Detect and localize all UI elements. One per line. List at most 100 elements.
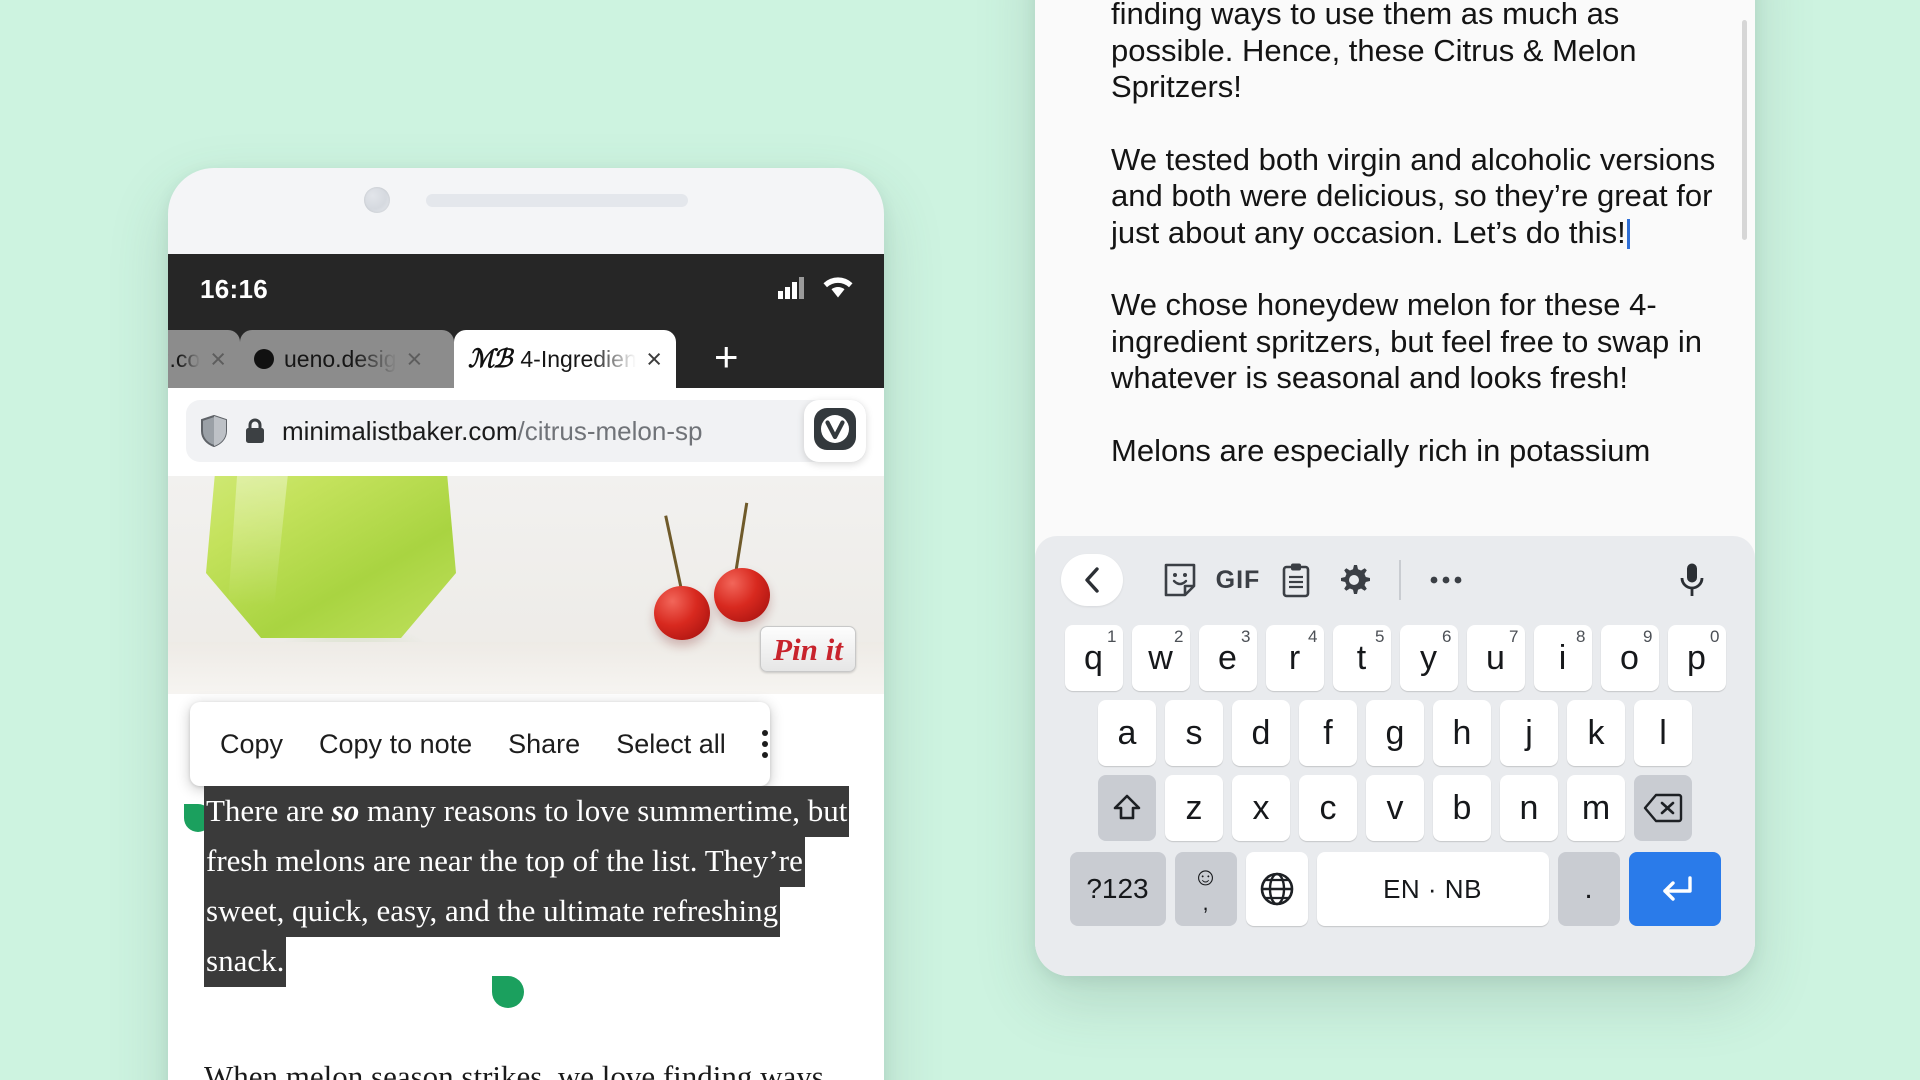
notes-paragraph-2-text: We tested both virgin and alcoholic vers… (1111, 141, 1716, 250)
key-o[interactable]: 9o (1600, 625, 1659, 691)
status-bar: 16:16 (168, 254, 884, 324)
more-vertical-icon[interactable] (761, 730, 768, 758)
key-x[interactable]: x (1232, 775, 1290, 841)
key-v[interactable]: v (1366, 775, 1424, 841)
web-page-content: Pin it Copy Copy to note Share Select al… (168, 476, 884, 1080)
article-paragraph-two: When melon season strikes, we love findi… (204, 1059, 824, 1080)
browser-tab-1[interactable]: ueno.desig × (240, 330, 454, 388)
notes-text-area[interactable]: finding ways to use them as much as poss… (1035, 0, 1755, 469)
tab-close-icon[interactable]: × (646, 345, 662, 373)
key-label: o (1620, 638, 1639, 677)
enter-arrow-icon[interactable] (1628, 852, 1721, 926)
symbols-key[interactable]: ?123 (1069, 852, 1166, 926)
tab-title: ueno.desig (284, 345, 397, 372)
keyboard-row-1: 1q 2w 3e 4r 5t 6y 7u 8i 9o 0p (1047, 625, 1743, 691)
context-menu-item-select-all[interactable]: Select all (616, 729, 726, 760)
tab-close-icon[interactable]: × (210, 345, 226, 373)
browser-tab-2-active[interactable]: ℳℬ 4-Ingredien × (454, 330, 676, 388)
globe-icon[interactable] (1245, 852, 1308, 926)
key-c[interactable]: c (1299, 775, 1357, 841)
tab-title: ng.co (168, 345, 201, 372)
key-t[interactable]: 5t (1332, 625, 1391, 691)
selection-handle-end[interactable] (492, 976, 524, 1008)
key-d[interactable]: d (1232, 700, 1290, 766)
key-u[interactable]: 7u (1466, 625, 1525, 691)
notes-paragraph-1: finding ways to use them as much as poss… (1111, 0, 1637, 104)
key-s[interactable]: s (1165, 700, 1223, 766)
notes-paragraph-2: We tested both virgin and alcoholic vers… (1111, 142, 1721, 252)
key-alt-number: 4 (1308, 627, 1318, 646)
key-g[interactable]: g (1366, 700, 1424, 766)
shift-up-icon[interactable] (1098, 775, 1156, 841)
key-k[interactable]: k (1567, 700, 1625, 766)
key-alt-number: 2 (1174, 627, 1184, 646)
back-chevron-icon[interactable] (1061, 554, 1123, 606)
more-horizontal-icon[interactable] (1417, 554, 1475, 606)
dot-favicon-icon (254, 349, 274, 369)
vivaldi-logo-icon (811, 405, 859, 458)
backspace-icon[interactable] (1634, 775, 1692, 841)
key-h[interactable]: h (1433, 700, 1491, 766)
address-bar[interactable]: minimalistbaker.com/citrus-melon-sp (186, 400, 866, 462)
selected-text-part-1: There are (206, 793, 332, 828)
shield-icon[interactable] (200, 415, 228, 447)
period-key[interactable]: . (1557, 852, 1620, 926)
key-label: w (1148, 638, 1173, 677)
key-alt-number: 9 (1643, 627, 1653, 646)
text-caret (1626, 218, 1630, 249)
notes-scrollbar[interactable] (1742, 20, 1747, 240)
browser-tab-0[interactable]: ng.co × (168, 330, 240, 388)
comma-glyph: , (1202, 889, 1209, 915)
key-j[interactable]: j (1500, 700, 1558, 766)
selected-paragraph[interactable]: There are so many reasons to love summer… (204, 786, 850, 987)
key-z[interactable]: z (1165, 775, 1223, 841)
gear-icon[interactable] (1325, 554, 1383, 606)
pin-it-button[interactable]: Pin it (760, 626, 856, 672)
key-i[interactable]: 8i (1533, 625, 1592, 691)
url-bar-zone: minimalistbaker.com/citrus-melon-sp (168, 388, 884, 476)
phone-device: 16:16 .co × ueno.desig × ℳℬ 4-Ingredien … (168, 168, 884, 1080)
new-tab-button[interactable]: + (714, 336, 739, 378)
minimalist-baker-favicon-icon: ℳℬ (468, 346, 512, 373)
context-menu-item-share[interactable]: Share (508, 729, 580, 760)
wifi-icon (822, 275, 854, 304)
cherry-fruit (654, 586, 710, 640)
sticker-icon[interactable] (1151, 554, 1209, 606)
cherry-stem (734, 502, 749, 575)
key-alt-number: 5 (1375, 627, 1385, 646)
vivaldi-browser-button[interactable] (804, 400, 866, 462)
earpiece-speaker (426, 193, 688, 207)
emoji-comma-icon[interactable]: ☺ , (1174, 852, 1237, 926)
keyboard-row-3: z x c v b n m (1047, 775, 1743, 841)
key-alt-number: 3 (1241, 627, 1251, 646)
gif-icon[interactable]: GIF (1209, 554, 1267, 606)
tab-close-icon[interactable]: × (407, 345, 423, 373)
key-w[interactable]: 2w (1131, 625, 1190, 691)
key-label: i (1558, 638, 1567, 677)
cherry-fruit (714, 568, 770, 622)
space-key[interactable]: EN · NB (1316, 852, 1549, 926)
microphone-icon[interactable] (1663, 554, 1721, 606)
key-q[interactable]: 1q (1064, 625, 1123, 691)
context-menu-item-copy-to-note[interactable]: Copy to note (319, 729, 472, 760)
key-e[interactable]: 3e (1198, 625, 1257, 691)
key-y[interactable]: 6y (1399, 625, 1458, 691)
tab-title: 4-Ingredien (520, 345, 637, 372)
status-icons (778, 275, 854, 304)
key-m[interactable]: m (1567, 775, 1625, 841)
key-p[interactable]: 0p (1667, 625, 1726, 691)
key-r[interactable]: 4r (1265, 625, 1324, 691)
context-menu-item-copy[interactable]: Copy (220, 729, 283, 760)
clipboard-icon[interactable] (1267, 554, 1325, 606)
notes-paragraph-3: We chose honeydew melon for these 4-ingr… (1111, 287, 1703, 395)
url-text: minimalistbaker.com/citrus-melon-sp (282, 416, 852, 447)
on-screen-keyboard: GIF 1 q 2 w 3 e 4 r 5 t 6 y 7 u 8 i 9 o … (1035, 536, 1755, 976)
url-path: /citrus-melon-sp (517, 415, 703, 446)
key-n[interactable]: n (1500, 775, 1558, 841)
key-b[interactable]: b (1433, 775, 1491, 841)
key-f[interactable]: f (1299, 700, 1357, 766)
key-l[interactable]: l (1634, 700, 1692, 766)
key-alt-number: 6 (1442, 627, 1452, 646)
key-alt-number: 0 (1710, 627, 1720, 646)
key-a[interactable]: a (1098, 700, 1156, 766)
